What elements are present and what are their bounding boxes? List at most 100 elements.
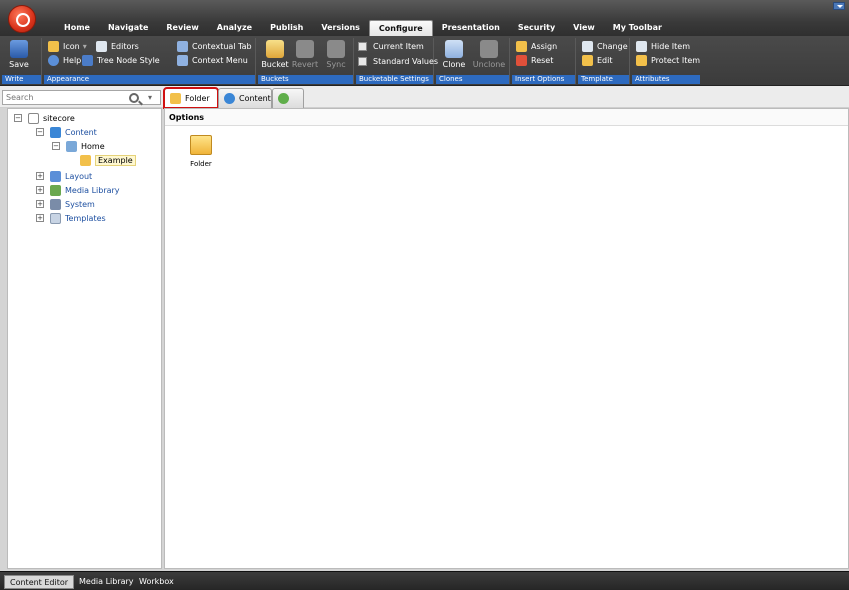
search-icon[interactable] — [129, 92, 139, 103]
tree-node-media-library[interactable]: + Media Library — [36, 184, 120, 196]
collapse-icon[interactable]: − — [36, 128, 44, 136]
tab-view[interactable]: View — [564, 20, 604, 36]
collapse-icon[interactable]: − — [14, 114, 22, 122]
search-input[interactable] — [3, 93, 127, 102]
collapse-ribbon-button[interactable] — [833, 2, 845, 10]
group-appearance: Icon ▾ Help Editors Tree Node Style Conte… — [44, 38, 256, 84]
tree-node-sitecore[interactable]: − sitecore — [14, 112, 75, 124]
editors-button[interactable]: Editors — [96, 40, 139, 52]
ribbon: Save Write Icon ▾ Help Editors Tree Node … — [0, 36, 849, 86]
expand-icon[interactable]: + — [36, 200, 44, 208]
unclone-icon — [480, 40, 498, 58]
checkbox-icon — [358, 41, 367, 51]
tree-node-system[interactable]: + System — [36, 198, 95, 210]
search-results-icon — [278, 93, 289, 104]
tab-configure[interactable]: Configure — [368, 20, 433, 36]
group-caption-appearance: Appearance — [44, 75, 255, 84]
editors-icon — [96, 40, 107, 52]
revert-icon — [296, 40, 314, 58]
ribbon-tabs: Home Navigate Review Analyze Publish Ver… — [55, 20, 671, 36]
sync-icon — [327, 40, 345, 58]
edit-template-button[interactable]: Edit — [582, 54, 613, 66]
bottom-tab-workbox[interactable]: Workbox — [134, 575, 179, 589]
editor-tab-row: ▾ Folder Content — [0, 86, 849, 109]
folder-icon — [48, 40, 59, 52]
clone-button[interactable]: Clone — [440, 40, 468, 69]
bottom-tab-content-editor[interactable]: Content Editor — [4, 575, 75, 589]
tree-node-example[interactable]: Example — [80, 154, 136, 166]
standard-values-checkbox[interactable]: Standard Values — [358, 55, 438, 67]
tree-node-style-button[interactable]: Tree Node Style — [82, 54, 160, 66]
bucket-icon — [266, 40, 284, 58]
tree-node-style-icon — [82, 54, 93, 66]
group-write: Save Write — [2, 38, 42, 84]
sync-button[interactable]: Sync — [322, 40, 350, 69]
tree-node-templates[interactable]: + Templates — [36, 212, 106, 224]
tree-node-home[interactable]: − Home — [52, 140, 105, 152]
tab-presentation[interactable]: Presentation — [433, 20, 509, 36]
tab-search-results[interactable] — [272, 88, 304, 108]
group-bucketable-settings: Current Item Standard Values Bucketable … — [356, 38, 438, 84]
tab-my-toolbar[interactable]: My Toolbar — [604, 20, 671, 36]
checkbox-icon — [358, 56, 367, 66]
tab-navigate[interactable]: Navigate — [99, 20, 157, 36]
protect-item-button[interactable]: Protect Item — [636, 54, 700, 66]
save-button[interactable]: Save — [6, 40, 32, 69]
group-caption-buckets: Buckets — [258, 75, 353, 84]
expand-icon[interactable]: + — [36, 172, 44, 180]
revert-button[interactable]: Revert — [290, 40, 320, 69]
content-tree: − sitecore − Content − Home Example + La… — [7, 108, 162, 569]
collapse-icon[interactable]: − — [52, 142, 60, 150]
unclone-button[interactable]: Unclone — [472, 40, 506, 69]
tab-publish[interactable]: Publish — [261, 20, 312, 36]
expand-icon[interactable]: + — [36, 214, 44, 222]
media-library-icon — [50, 184, 61, 196]
tab-security[interactable]: Security — [509, 20, 564, 36]
lock-icon — [636, 54, 647, 66]
change-icon — [582, 40, 593, 52]
folder-icon — [190, 135, 212, 155]
expand-icon[interactable]: + — [36, 186, 44, 194]
bucket-button[interactable]: Bucket — [260, 40, 290, 69]
icon-button[interactable]: Icon ▾ — [48, 40, 87, 52]
help-button[interactable]: Help — [48, 54, 81, 66]
assign-button[interactable]: Assign — [516, 40, 557, 52]
group-template: Change Edit Template — [578, 38, 630, 84]
tree-node-layout[interactable]: + Layout — [36, 170, 92, 182]
sitecore-logo-icon[interactable] — [8, 5, 36, 33]
group-buckets: Bucket Revert Sync Buckets — [258, 38, 354, 84]
tab-review[interactable]: Review — [157, 20, 207, 36]
content-icon — [50, 126, 61, 138]
tab-folder[interactable]: Folder — [163, 87, 219, 109]
tab-versions[interactable]: Versions — [312, 20, 369, 36]
context-menu-button[interactable]: Context Menu — [177, 54, 248, 66]
assign-icon — [516, 40, 527, 52]
context-menu-icon — [177, 54, 188, 66]
tab-home[interactable]: Home — [55, 20, 99, 36]
tab-analyze[interactable]: Analyze — [208, 20, 261, 36]
group-caption-bucketable-settings: Bucketable Settings — [356, 75, 433, 84]
contextual-tab-icon — [177, 40, 188, 52]
change-template-button[interactable]: Change — [582, 40, 628, 52]
templates-icon — [50, 212, 61, 224]
current-item-checkbox[interactable]: Current Item — [358, 40, 424, 52]
folder-insert-option[interactable]: Folder — [181, 135, 221, 168]
tree-node-content[interactable]: − Content — [36, 126, 97, 138]
contextual-tab-button[interactable]: Contextual Tab — [177, 40, 252, 52]
clone-icon — [445, 40, 463, 58]
hide-item-button[interactable]: Hide Item — [636, 40, 690, 52]
layout-icon — [50, 170, 61, 182]
dropdown-arrow-icon: ▾ — [82, 41, 87, 51]
reset-icon — [516, 54, 527, 66]
home-icon — [66, 140, 77, 152]
tab-content[interactable]: Content — [218, 88, 272, 108]
hide-item-icon — [636, 40, 647, 52]
floppy-disk-icon — [10, 40, 28, 58]
editor-panel: Options Folder — [164, 108, 849, 569]
help-icon — [48, 54, 59, 66]
content-icon — [224, 93, 235, 104]
bottom-tab-media-library[interactable]: Media Library — [74, 575, 139, 589]
search-dropdown-icon[interactable]: ▾ — [148, 93, 152, 102]
group-caption-template: Template — [578, 75, 629, 84]
reset-button[interactable]: Reset — [516, 54, 553, 66]
